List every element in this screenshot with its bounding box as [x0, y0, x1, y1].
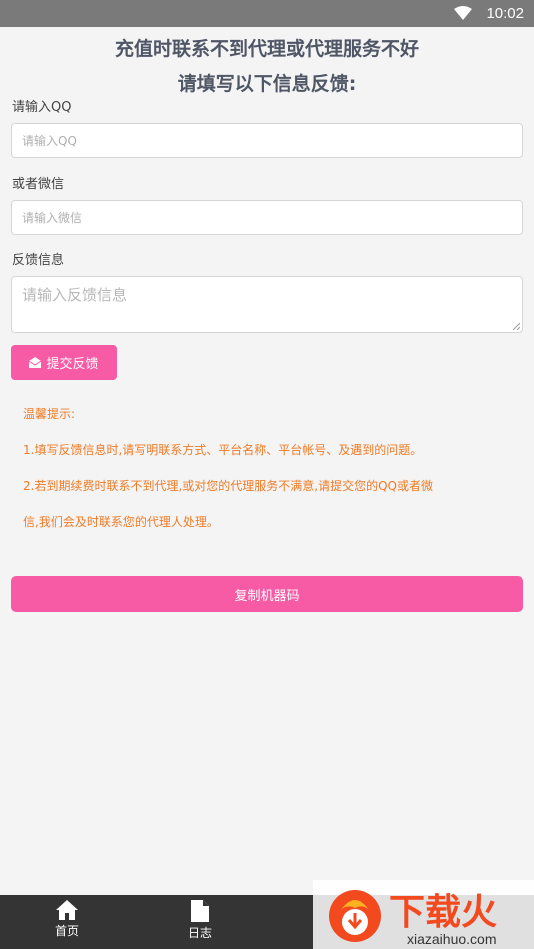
- feedback-label: 反馈信息: [12, 253, 65, 268]
- watermark-brand: 下载火: [389, 892, 497, 933]
- status-time: 10:02: [486, 5, 524, 22]
- tips-line-3: 信,我们会及时联系您的代理人处理。: [23, 515, 219, 529]
- tips-line-2: 2.若到期续费时联系不到代理,或对您的代理服务不满意,请提交您的QQ或者微: [23, 479, 433, 493]
- tips-line-1: 1.填写反馈信息时,请写明联系方式、平台名称、平台帐号、及遇到的问题。: [23, 443, 423, 457]
- tab-log-label: 日志: [187, 926, 212, 940]
- envelope-open-icon: [29, 357, 42, 368]
- qq-placeholder: 请输入QQ: [22, 134, 77, 148]
- watermark-logo: 下载火 xiazaihuo.com: [313, 880, 534, 949]
- qq-input[interactable]: 请输入QQ: [11, 123, 523, 158]
- page-title: 充值时联系不到代理或代理服务不好: [114, 38, 419, 60]
- page-subtitle: 请填写以下信息反馈:: [177, 73, 357, 95]
- document-icon: [191, 900, 209, 922]
- wechat-placeholder: 请输入微信: [22, 211, 83, 225]
- tab-log[interactable]: 日志: [165, 900, 235, 941]
- tips-title: 温馨提示:: [23, 407, 76, 421]
- wechat-label: 或者微信: [12, 177, 65, 192]
- watermark-url: xiazaihuo.com: [407, 931, 497, 947]
- resize-handle-icon[interactable]: [512, 322, 520, 330]
- feedback-placeholder: 请输入反馈信息: [22, 286, 128, 304]
- qq-label: 请输入QQ: [12, 100, 72, 115]
- submit-feedback-button[interactable]: 提交反馈: [11, 345, 117, 380]
- tab-home[interactable]: 首页: [32, 900, 102, 939]
- home-icon: [56, 900, 78, 920]
- feedback-textarea[interactable]: 请输入反馈信息: [11, 276, 523, 333]
- wechat-input[interactable]: 请输入微信: [11, 200, 523, 235]
- submit-label: 提交反馈: [46, 357, 99, 372]
- copy-machine-code-button[interactable]: 复制机器码: [11, 576, 523, 612]
- copy-label: 复制机器码: [234, 588, 300, 604]
- wifi-icon: [454, 6, 472, 20]
- status-bar: 10:02: [0, 0, 534, 27]
- tab-home-label: 首页: [54, 924, 79, 938]
